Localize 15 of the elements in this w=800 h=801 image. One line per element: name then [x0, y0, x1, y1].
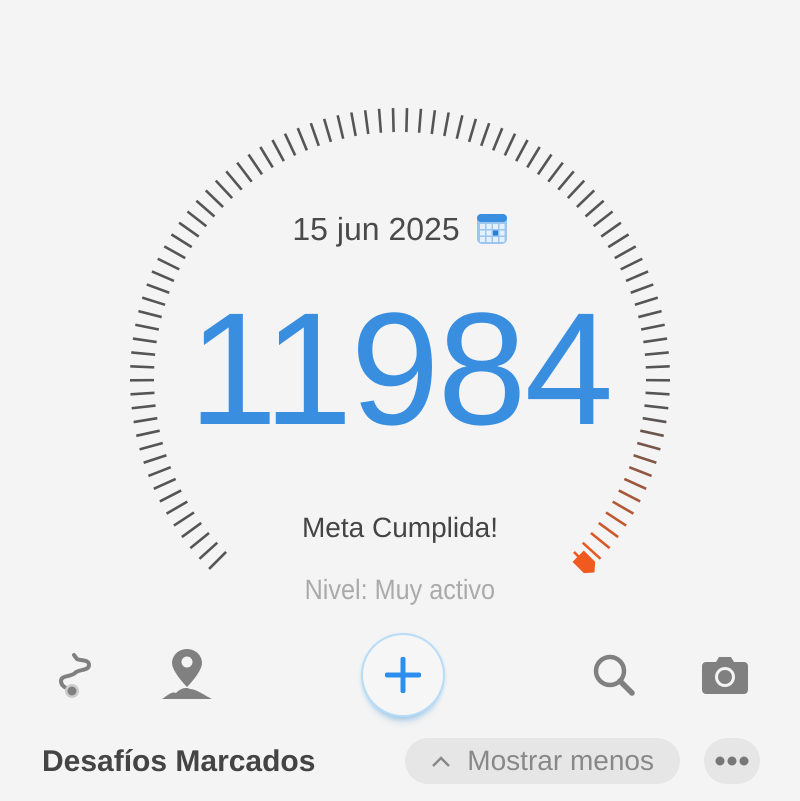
section-title: Desafíos Marcados: [42, 744, 316, 780]
activity-level: Nivel: Muy activo: [304, 573, 496, 607]
goal-marker-icon: [572, 550, 596, 574]
step-count: 11984: [188, 289, 612, 449]
more-button[interactable]: [704, 738, 760, 784]
camera-icon[interactable]: [702, 656, 748, 694]
search-icon[interactable]: [592, 653, 636, 697]
show-less-button[interactable]: Mostrar menos: [405, 738, 680, 784]
date-label: 15 jun 2025: [292, 210, 460, 249]
more-icon: [715, 756, 749, 766]
plus-icon: [385, 657, 421, 693]
goal-status: Meta Cumplida!: [302, 511, 498, 545]
caret-icon: [431, 755, 452, 767]
calendar-icon[interactable]: [476, 213, 508, 245]
add-button[interactable]: [363, 635, 443, 715]
